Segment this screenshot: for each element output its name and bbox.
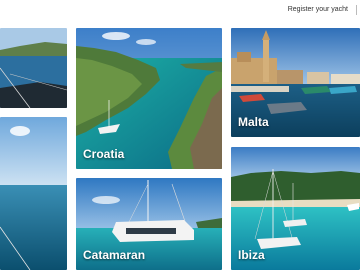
destination-tile-partial-bottom[interactable] (0, 117, 67, 270)
top-bar: Register your yacht (0, 0, 360, 22)
destination-tile-catamaran[interactable]: Catamaran (76, 178, 222, 270)
destination-label-ibiza: Ibiza (238, 248, 265, 262)
open-sea-photo (0, 117, 67, 270)
sailing-photo (0, 28, 67, 108)
destination-tile-croatia[interactable]: Croatia (76, 28, 222, 169)
destination-label-catamaran: Catamaran (83, 248, 146, 262)
destination-label-malta: Malta (238, 115, 269, 129)
register-yacht-link-text[interactable]: Register your yacht (288, 6, 348, 13)
destination-tile-malta[interactable]: Malta (231, 28, 360, 137)
header-divider (356, 5, 357, 15)
destination-label-croatia: Croatia (83, 147, 125, 161)
destination-tile-partial-top[interactable] (0, 28, 67, 108)
destination-tile-ibiza[interactable]: Ibiza (231, 147, 360, 270)
register-yacht-link[interactable]: Register your yacht (288, 6, 348, 13)
